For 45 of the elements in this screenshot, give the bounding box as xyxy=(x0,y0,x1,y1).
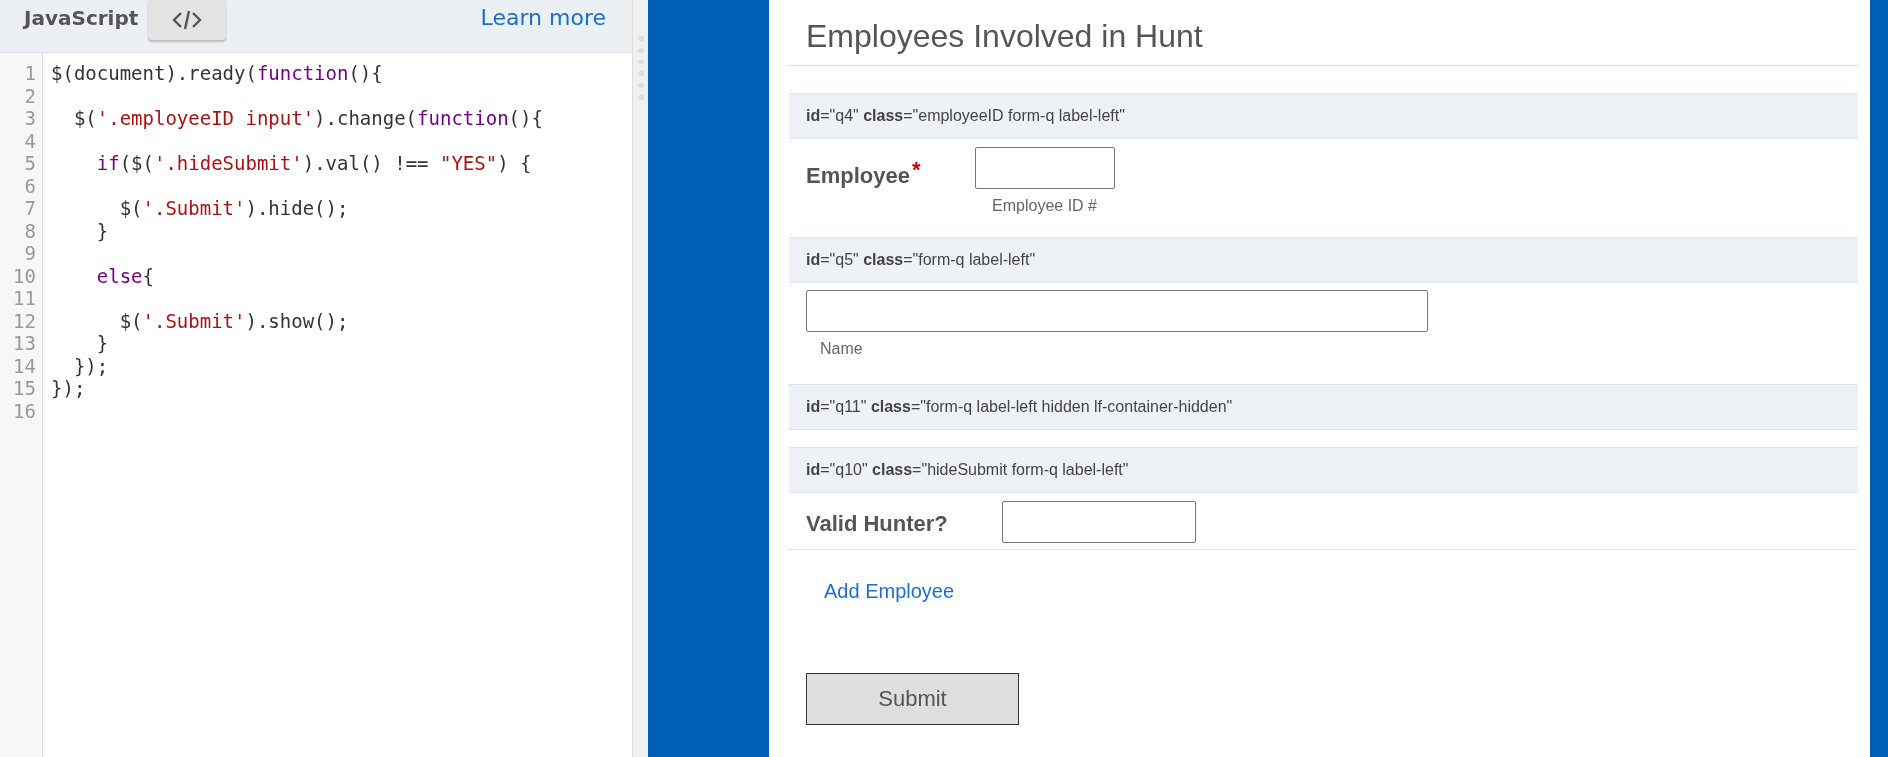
line-number: 9 xyxy=(23,242,37,265)
code-line: } xyxy=(95,219,109,242)
code-line: $(document).ready(function(){ xyxy=(51,62,383,84)
code-view-button[interactable] xyxy=(148,0,227,40)
line-number: 13 xyxy=(12,332,37,355)
code-line: } xyxy=(95,332,109,354)
form-title: Employees Involved in Hunt xyxy=(789,0,1858,66)
line-number: 7 xyxy=(23,197,37,220)
required-mark: * xyxy=(911,157,921,182)
line-number: 16 xyxy=(12,399,37,422)
line-number: 4 xyxy=(23,129,37,152)
question-info-bar: id="q10" class="hideSubmit form-q label-left" xyxy=(789,447,1858,493)
code-line: if($('.hideSubmit').val() !== "YES") { xyxy=(95,152,532,174)
field-hint: Name xyxy=(820,340,863,358)
add-employee-link[interactable]: Add Employee xyxy=(789,550,1858,603)
line-number: 2 xyxy=(23,84,37,107)
field-label: Valid Hunter? xyxy=(806,511,948,536)
code-line: else{ xyxy=(95,264,154,287)
field-label: Employee xyxy=(806,163,910,188)
line-number: 10 xyxy=(12,264,37,287)
line-number: 5 xyxy=(23,152,37,175)
input-field[interactable] xyxy=(806,290,1428,332)
language-label: JavaScript xyxy=(24,6,139,30)
code-line: $('.Submit').show(); xyxy=(118,309,349,332)
line-number: 8 xyxy=(23,219,37,242)
input-field[interactable] xyxy=(974,147,1115,189)
line-number: 6 xyxy=(23,174,37,197)
line-number: 14 xyxy=(12,354,37,377)
submit-button[interactable]: Submit xyxy=(806,673,1019,725)
question-info-bar: id="q4" class="employeeID form-q label-left" xyxy=(789,93,1858,139)
line-number: 11 xyxy=(12,287,37,310)
line-number: 15 xyxy=(12,377,37,400)
code-line: }); xyxy=(51,377,86,399)
line-number: 3 xyxy=(23,107,37,130)
code-line: $('.Submit').hide(); xyxy=(118,197,349,219)
question-info-bar: id="q5" class="form-q label-left" xyxy=(789,237,1858,283)
line-number: 1 xyxy=(23,62,37,85)
line-number: 12 xyxy=(12,309,37,332)
input-field[interactable] xyxy=(1001,501,1196,543)
learn-more-link[interactable]: Learn more xyxy=(480,5,606,30)
code-icon xyxy=(172,9,203,31)
field-hint: Employee ID # xyxy=(992,197,1097,215)
code-line: $('.employeeID input').change(function(){ xyxy=(72,107,543,129)
code-line: }); xyxy=(72,354,109,377)
question-info-bar: id="q11" class="form-q label-left hidden lf-container-hidden" xyxy=(789,384,1858,430)
